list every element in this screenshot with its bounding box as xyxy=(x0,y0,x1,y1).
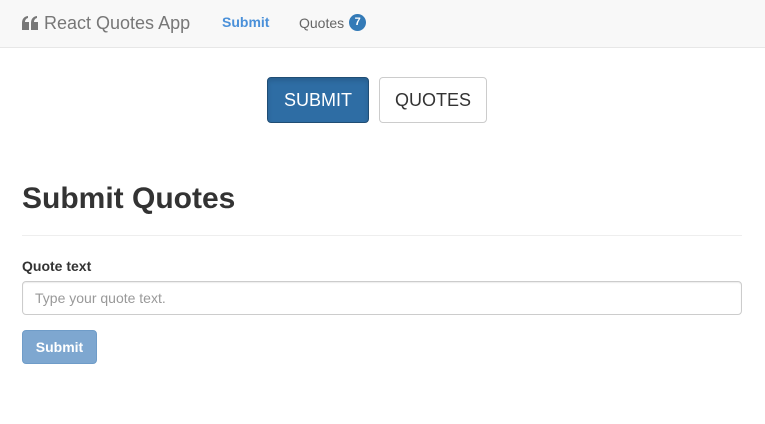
submit-tab-button[interactable]: SUBMIT xyxy=(267,77,369,123)
nav-link-quotes-label: Quotes xyxy=(299,14,345,31)
quote-text-label: Quote text xyxy=(22,258,92,274)
quote-text-input[interactable] xyxy=(22,281,742,315)
nav-link-submit[interactable]: Submit xyxy=(222,14,269,30)
submit-quote-button[interactable]: Submit xyxy=(22,330,97,364)
brand-link[interactable]: React Quotes App xyxy=(22,12,190,34)
quotes-tab-button[interactable]: QUOTES xyxy=(379,77,487,123)
quote-left-icon xyxy=(22,16,38,30)
page-title: Submit Quotes xyxy=(22,182,236,215)
quotes-count-badge: 7 xyxy=(349,14,367,31)
header-divider xyxy=(22,235,742,236)
navbar: React Quotes App Submit Quotes 7 xyxy=(0,0,765,48)
nav-link-quotes[interactable]: Quotes 7 xyxy=(299,14,367,31)
brand-title: React Quotes App xyxy=(44,12,191,33)
